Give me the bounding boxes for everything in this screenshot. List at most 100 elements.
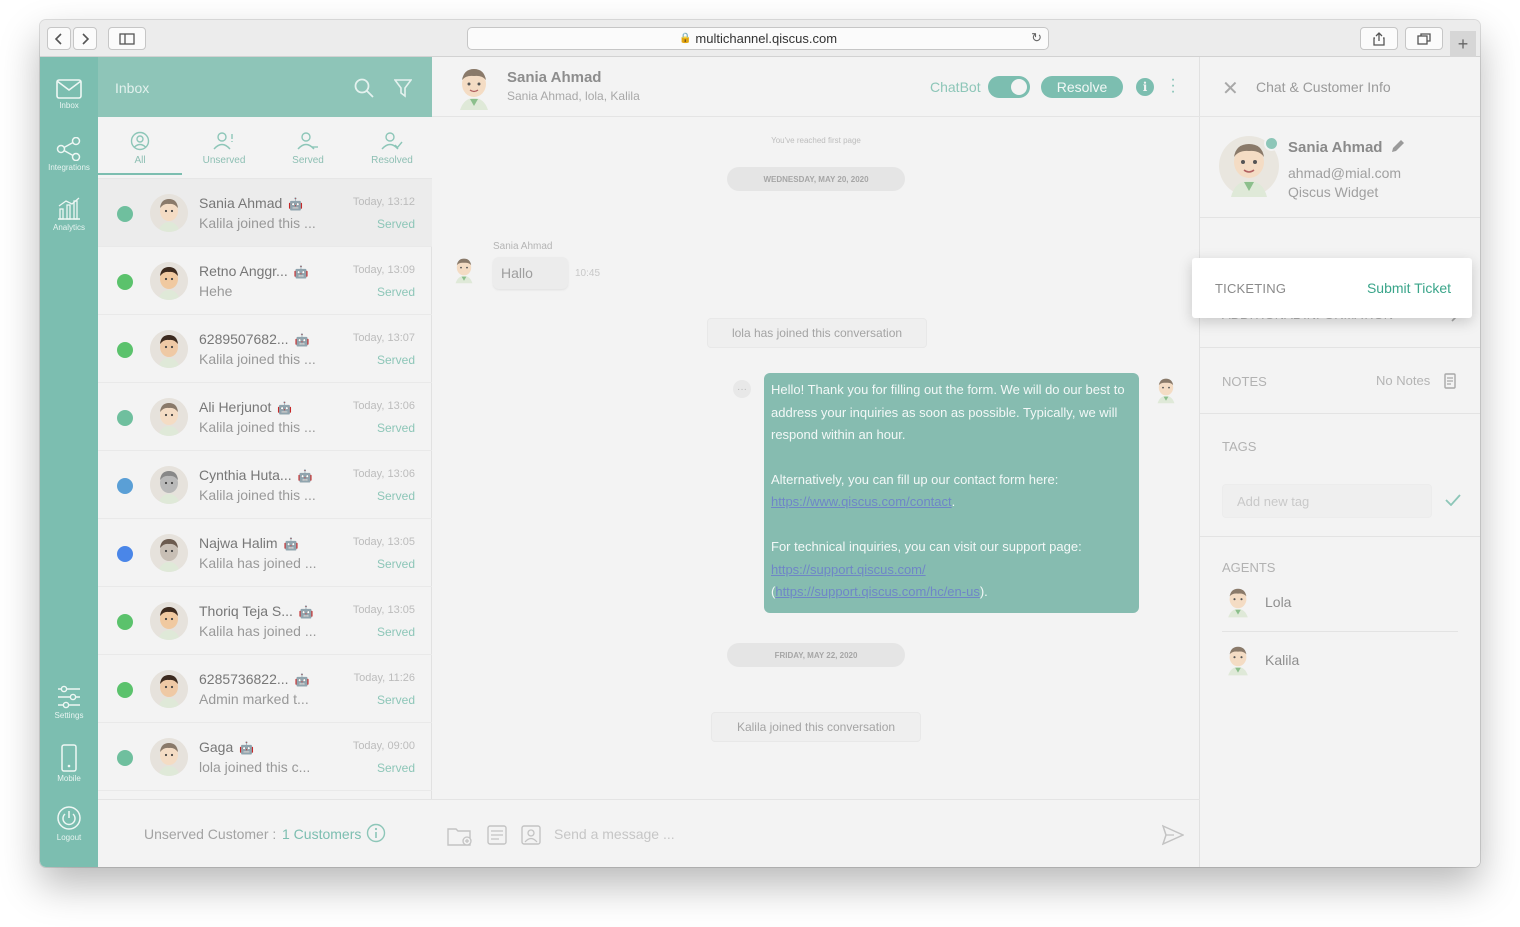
notes-icon[interactable] <box>1444 373 1456 389</box>
row-name-text: 6285736822... <box>199 671 289 687</box>
whatsapp-icon <box>117 274 133 290</box>
nav-mobile[interactable]: Mobile <box>40 744 98 783</box>
system-message: Kalila joined this conversation <box>711 712 921 742</box>
support-link[interactable]: https://support.qiscus.com/ <box>771 562 926 577</box>
edit-icon[interactable] <box>1390 138 1406 154</box>
tab-unserved[interactable]: Unserved <box>182 131 266 166</box>
mobile-icon <box>61 744 77 772</box>
url-text: multichannel.qiscus.com <box>695 31 838 46</box>
unserved-count-link[interactable]: 1 Customers <box>282 826 361 842</box>
new-tab-icon[interactable]: + <box>1450 31 1476 57</box>
customer-name-text: Sania Ahmad <box>1288 139 1383 156</box>
tabs-icon[interactable] <box>1405 27 1443 50</box>
outgoing-message[interactable]: Hello! Thank you for filling out the for… <box>764 373 1139 613</box>
mail-icon <box>56 79 82 99</box>
chatbot-toggle[interactable] <box>988 76 1030 98</box>
share-nodes-icon <box>56 137 81 161</box>
conversation-list: Inbox All Unserved Served Resolved Sania… <box>98 57 432 867</box>
close-icon[interactable]: ✕ <box>1222 76 1239 101</box>
user-check-icon <box>381 132 403 150</box>
conversation-row[interactable]: Ali Herjunot 🤖 Kalila joined this ... Today… <box>98 383 432 451</box>
outgoing-message-text: Alternatively, you can fill up our conta… <box>771 471 1059 487</box>
bot-icon: 🤖 <box>283 537 299 551</box>
check-icon[interactable] <box>1445 494 1461 506</box>
app-root: Inbox Integrations Analytics Settings Mo… <box>40 57 1480 867</box>
template-icon[interactable] <box>487 825 507 845</box>
conversation-row[interactable]: Retno Anggr... 🤖 Hehe Today, 13:09 Served <box>98 247 432 315</box>
avatar <box>150 194 188 232</box>
incoming-message[interactable]: Hallo <box>493 257 568 289</box>
agent-name: Lola <box>1265 594 1292 610</box>
search-icon[interactable] <box>354 78 374 98</box>
row-time: Today, 11:26 <box>353 672 415 684</box>
info-icon[interactable] <box>366 823 386 843</box>
row-preview: Hehe <box>199 283 233 299</box>
row-name: Sania Ahmad 🤖 <box>199 195 303 211</box>
share-icon[interactable] <box>1360 27 1398 50</box>
address-bar[interactable]: 🔒 multichannel.qiscus.com ↻ <box>467 27 1049 50</box>
tab-served[interactable]: Served <box>266 131 350 166</box>
conversation-row[interactable]: Thoriq Teja S... 🤖 Kalila has joined ... To… <box>98 587 432 655</box>
user-alert-icon <box>213 132 233 150</box>
row-time: Today, 13:07 <box>352 332 415 344</box>
tab-all[interactable]: All <box>98 131 182 175</box>
image-icon[interactable] <box>521 825 541 845</box>
row-status: Served <box>376 489 415 503</box>
chat-customer-name: Sania Ahmad <box>507 69 602 86</box>
agent-avatar <box>1157 378 1175 404</box>
attach-folder-icon[interactable] <box>447 826 473 846</box>
conversation-row[interactable]: 6289507682... 🤖 Kalila joined this ... Toda… <box>98 315 432 383</box>
row-status: Served <box>376 285 415 299</box>
contact-link[interactable]: https://www.qiscus.com/contact <box>771 494 952 509</box>
section-divider <box>1200 536 1480 537</box>
message-options-icon[interactable]: ··· <box>733 380 751 398</box>
nav-logout[interactable]: Logout <box>40 805 98 842</box>
lock-icon: 🔒 <box>678 33 692 44</box>
conversation-row[interactable]: 6285736822... 🤖 Admin marked t... Today, 11… <box>98 655 432 723</box>
incoming-message-text: Hallo <box>501 265 533 281</box>
tab-resolved[interactable]: Resolved <box>350 131 434 166</box>
whatsapp-icon <box>117 342 133 358</box>
nav-inbox[interactable]: Inbox <box>40 79 98 110</box>
nav-analytics[interactable]: Analytics <box>40 197 98 232</box>
conversation-row[interactable]: Gaga 🤖 lola joined this c... Today, 09:00 Se… <box>98 723 432 791</box>
first-page-note: You've reached first page <box>771 136 861 145</box>
ticketing-label: TICKETING <box>1215 281 1287 296</box>
whatsapp-icon <box>117 682 133 698</box>
sidebar-toggle-icon[interactable] <box>108 27 146 50</box>
send-icon[interactable] <box>1162 824 1184 846</box>
conversation-row[interactable]: Sania Ahmad 🤖 Kalila joined this ... Today,… <box>98 179 432 247</box>
chatbot-label: ChatBot <box>930 79 981 95</box>
info-icon[interactable]: i <box>1136 78 1154 96</box>
tab-served-label: Served <box>292 155 324 166</box>
tag-input[interactable]: Add new tag <box>1222 484 1432 518</box>
user-served-icon <box>297 132 318 150</box>
nav-mobile-label: Mobile <box>57 774 81 783</box>
back-icon[interactable] <box>47 27 71 50</box>
inbox-header: Inbox <box>98 57 432 117</box>
more-options-icon[interactable]: · · · <box>1168 72 1178 100</box>
row-time: Today, 09:00 <box>352 740 415 752</box>
reload-icon[interactable]: ↻ <box>1031 30 1042 46</box>
agent-avatar <box>1228 646 1248 676</box>
row-name: Gaga 🤖 <box>199 739 254 755</box>
conversation-row[interactable]: Najwa Halim 🤖 Kalila has joined ... Today, … <box>98 519 432 587</box>
bot-icon: 🤖 <box>288 197 304 211</box>
conversation-row[interactable]: Cynthia Huta... 🤖 Kalila joined this ... To… <box>98 451 432 519</box>
unserved-label: Unserved Customer : <box>144 826 277 842</box>
submit-ticket-button[interactable]: Submit Ticket <box>1367 280 1451 296</box>
nav-settings[interactable]: Settings <box>40 685 98 720</box>
nav-integrations[interactable]: Integrations <box>40 137 98 172</box>
resolve-button[interactable]: Resolve <box>1041 76 1123 98</box>
main-nav: Inbox Integrations Analytics Settings Mo… <box>40 57 98 867</box>
tab-all-label: All <box>134 155 146 166</box>
message-input[interactable]: Send a message ... <box>554 826 675 842</box>
row-time: Today, 13:05 <box>352 604 415 616</box>
outgoing-message-text: Hello! Thank you for filling out the for… <box>771 382 1125 443</box>
qiscus-icon <box>117 206 133 222</box>
support-hc-link[interactable]: https://support.qiscus.com/hc/en-us <box>775 584 979 599</box>
user-circle-icon <box>130 131 150 151</box>
filter-icon[interactable] <box>394 78 412 98</box>
forward-icon[interactable] <box>73 27 97 50</box>
customer-avatar[interactable] <box>454 66 494 110</box>
